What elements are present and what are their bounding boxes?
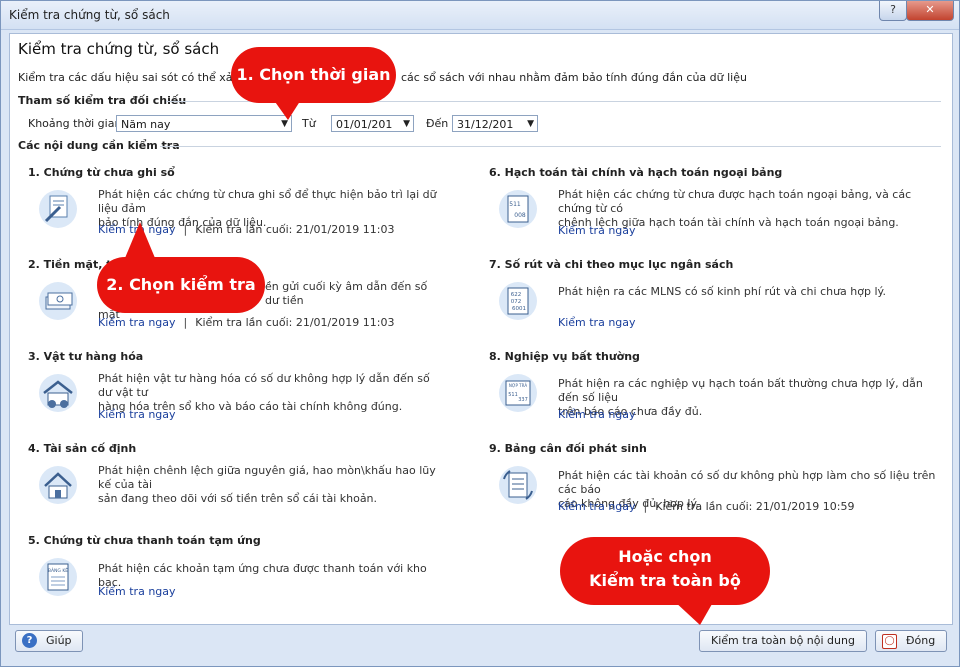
help-button[interactable]: ? Giúp <box>15 630 83 652</box>
to-date-value: 31/12/201 <box>457 118 514 131</box>
budget-icon-text-3: 6001 <box>512 306 526 312</box>
item-6-title: 6. Hạch toán tài chính và hạch toán ngoạ… <box>489 166 783 179</box>
params-section-title: Tham số kiểm tra đối chiếu <box>18 94 187 107</box>
callout-step2: 2. Chọn kiểm tra <box>97 257 265 313</box>
callout-step3-line1: Hoặc chọn <box>618 547 712 566</box>
chevron-down-icon: ▼ <box>281 119 288 129</box>
item-8-check-now-link[interactable]: Kiểm tra ngay <box>558 408 636 421</box>
anomaly-icon-text-3: 337 <box>518 397 528 403</box>
chevron-down-icon: ▼ <box>403 119 410 129</box>
from-date-value: 01/01/201 <box>336 118 393 131</box>
from-date-picker[interactable]: 01/01/201 ▼ <box>331 115 414 132</box>
item-8-actions: Kiểm tra ngay <box>558 408 636 421</box>
period-select-value: Năm nay <box>121 118 171 131</box>
separator: | <box>183 223 188 236</box>
item-4-description: Phát hiện chênh lệch giữa nguyên giá, ha… <box>98 464 443 506</box>
item-8-desc-line1: Phát hiện ra các nghiệp vụ hạch toán bất… <box>558 377 923 404</box>
content-divider <box>160 146 941 147</box>
item-1-actions: Kiểm tra ngay | Kiểm tra lần cuối: 21/01/2… <box>98 223 394 236</box>
item-5-title: 5. Chứng từ chưa thanh toán tạm ứng <box>28 534 261 547</box>
budget-icon: 622 072 6001 <box>499 282 537 320</box>
to-date-picker[interactable]: 31/12/201 ▼ <box>452 115 538 132</box>
window-title: Kiểm tra chứng từ, sổ sách <box>9 8 170 22</box>
to-label: Đến <box>426 117 449 130</box>
page-description-right: các sổ sách với nhau nhằm đảm bảo tính đ… <box>401 71 747 84</box>
item-7-title: 7. Số rút và chi theo mục lục ngân sách <box>489 258 734 271</box>
item-7-description: Phát hiện ra các MLNS có số kinh phí rút… <box>558 285 938 299</box>
item-9-last-check: Kiểm tra lần cuối: 21/01/2019 10:59 <box>655 500 855 513</box>
report-icon: BẢNG KÊ <box>39 558 77 596</box>
separator: | <box>183 316 188 329</box>
chevron-down-icon: ▼ <box>527 119 534 129</box>
budget-icon-text-1: 622 <box>511 292 522 298</box>
callout-step3-line2: Kiểm tra toàn bộ <box>589 571 741 590</box>
item-9-actions: Kiểm tra ngay | Kiểm tra lần cuối: 21/01/2… <box>558 500 854 513</box>
document-pen-icon <box>39 190 77 228</box>
help-title-button[interactable]: ? <box>879 1 907 21</box>
item-6-desc-line1: Phát hiện các chứng từ chưa được hạch to… <box>558 188 912 215</box>
item-5-check-now-link[interactable]: Kiểm tra ngay <box>98 585 176 598</box>
dialog-window: Kiểm tra chứng từ, sổ sách ? ✕ Kiểm tra … <box>0 0 960 667</box>
anomaly-icon-text-1: NỢP TRẢ <box>509 383 528 388</box>
help-icon: ? <box>22 633 37 648</box>
callout-step1: 1. Chọn thời gian <box>231 47 396 103</box>
item-9-title: 9. Bảng cân đối phát sinh <box>489 442 647 455</box>
item-3-desc-line1: Phát hiện vật tư hàng hóa có số dư không… <box>98 372 430 399</box>
item-3-title: 3. Vật tư hàng hóa <box>28 350 144 363</box>
from-label: Từ <box>302 117 316 130</box>
close-window-button[interactable]: ✕ <box>906 1 954 21</box>
ledger-icon-text-2: 008 <box>514 212 526 219</box>
item-3-actions: Kiểm tra ngay <box>98 408 176 421</box>
title-bar[interactable]: Kiểm tra chứng từ, sổ sách ? ✕ <box>1 1 959 30</box>
item-1-desc-line1: Phát hiện các chứng từ chưa ghi sổ để th… <box>98 188 437 215</box>
item-4-desc-line1: Phát hiện chênh lệch giữa nguyên giá, ha… <box>98 464 436 491</box>
item-4-desc-line2: sản đang theo dõi với số tiền trên sổ cá… <box>98 492 378 505</box>
close-button-label: Đóng <box>906 634 936 647</box>
separator: | <box>643 500 648 513</box>
callout-step3: Hoặc chọn Kiểm tra toàn bộ <box>560 537 770 605</box>
item-2-check-now-link[interactable]: Kiểm tra ngay <box>98 316 176 329</box>
item-9-desc-line1: Phát hiện các tài khoản có số dư không p… <box>558 469 936 496</box>
content-section-title: Các nội dung cần kiểm tra <box>18 139 180 152</box>
item-7-desc-line1: Phát hiện ra các MLNS có số kinh phí rút… <box>558 285 886 298</box>
help-button-label: Giúp <box>46 634 72 647</box>
close-button[interactable]: ◯ Đóng <box>875 630 947 652</box>
item-2-last-check: Kiểm tra lần cuối: 21/01/2019 11:03 <box>195 316 395 329</box>
period-label: Khoảng thời gian <box>28 117 122 130</box>
warehouse-icon <box>39 374 77 412</box>
item-7-actions: Kiểm tra ngay <box>558 316 636 329</box>
item-4-title: 4. Tài sản cố định <box>28 442 137 455</box>
item-5-actions: Kiểm tra ngay <box>98 585 176 598</box>
check-all-button[interactable]: Kiểm tra toàn bộ nội dung <box>699 630 867 652</box>
item-2-actions: Kiểm tra ngay | Kiểm tra lần cuối: 21/01/2… <box>98 316 394 329</box>
item-1-check-now-link[interactable]: Kiểm tra ngay <box>98 223 176 236</box>
house-icon <box>39 466 77 504</box>
budget-icon-text-2: 072 <box>511 299 522 305</box>
close-icon: ◯ <box>882 634 897 649</box>
main-panel: Kiểm tra chứng từ, sổ sách Kiểm tra các … <box>9 33 953 625</box>
balance-sheet-icon <box>499 466 537 504</box>
cash-icon <box>39 282 77 320</box>
ledger-icon: 511 008 <box>499 190 537 228</box>
item-9-check-now-link[interactable]: Kiểm tra ngay <box>558 500 636 513</box>
item-6-actions: Kiểm tra ngay <box>558 224 636 237</box>
period-select[interactable]: Năm nay ▼ <box>116 115 292 132</box>
anomaly-icon: NỢP TRẢ 511 337 <box>499 374 537 412</box>
item-3-check-now-link[interactable]: Kiểm tra ngay <box>98 408 176 421</box>
item-6-check-now-link[interactable]: Kiểm tra ngay <box>558 224 636 237</box>
item-1-last-check: Kiểm tra lần cuối: 21/01/2019 11:03 <box>195 223 395 236</box>
anomaly-icon-text-2: 511 <box>508 392 518 398</box>
item-8-title: 8. Nghiệp vụ bất thường <box>489 350 640 363</box>
page-title: Kiểm tra chứng từ, sổ sách <box>18 40 220 58</box>
item-7-check-now-link[interactable]: Kiểm tra ngay <box>558 316 636 329</box>
ledger-icon-text-1: 511 <box>509 201 521 208</box>
item-1-title: 1. Chứng từ chưa ghi sổ <box>28 166 175 179</box>
